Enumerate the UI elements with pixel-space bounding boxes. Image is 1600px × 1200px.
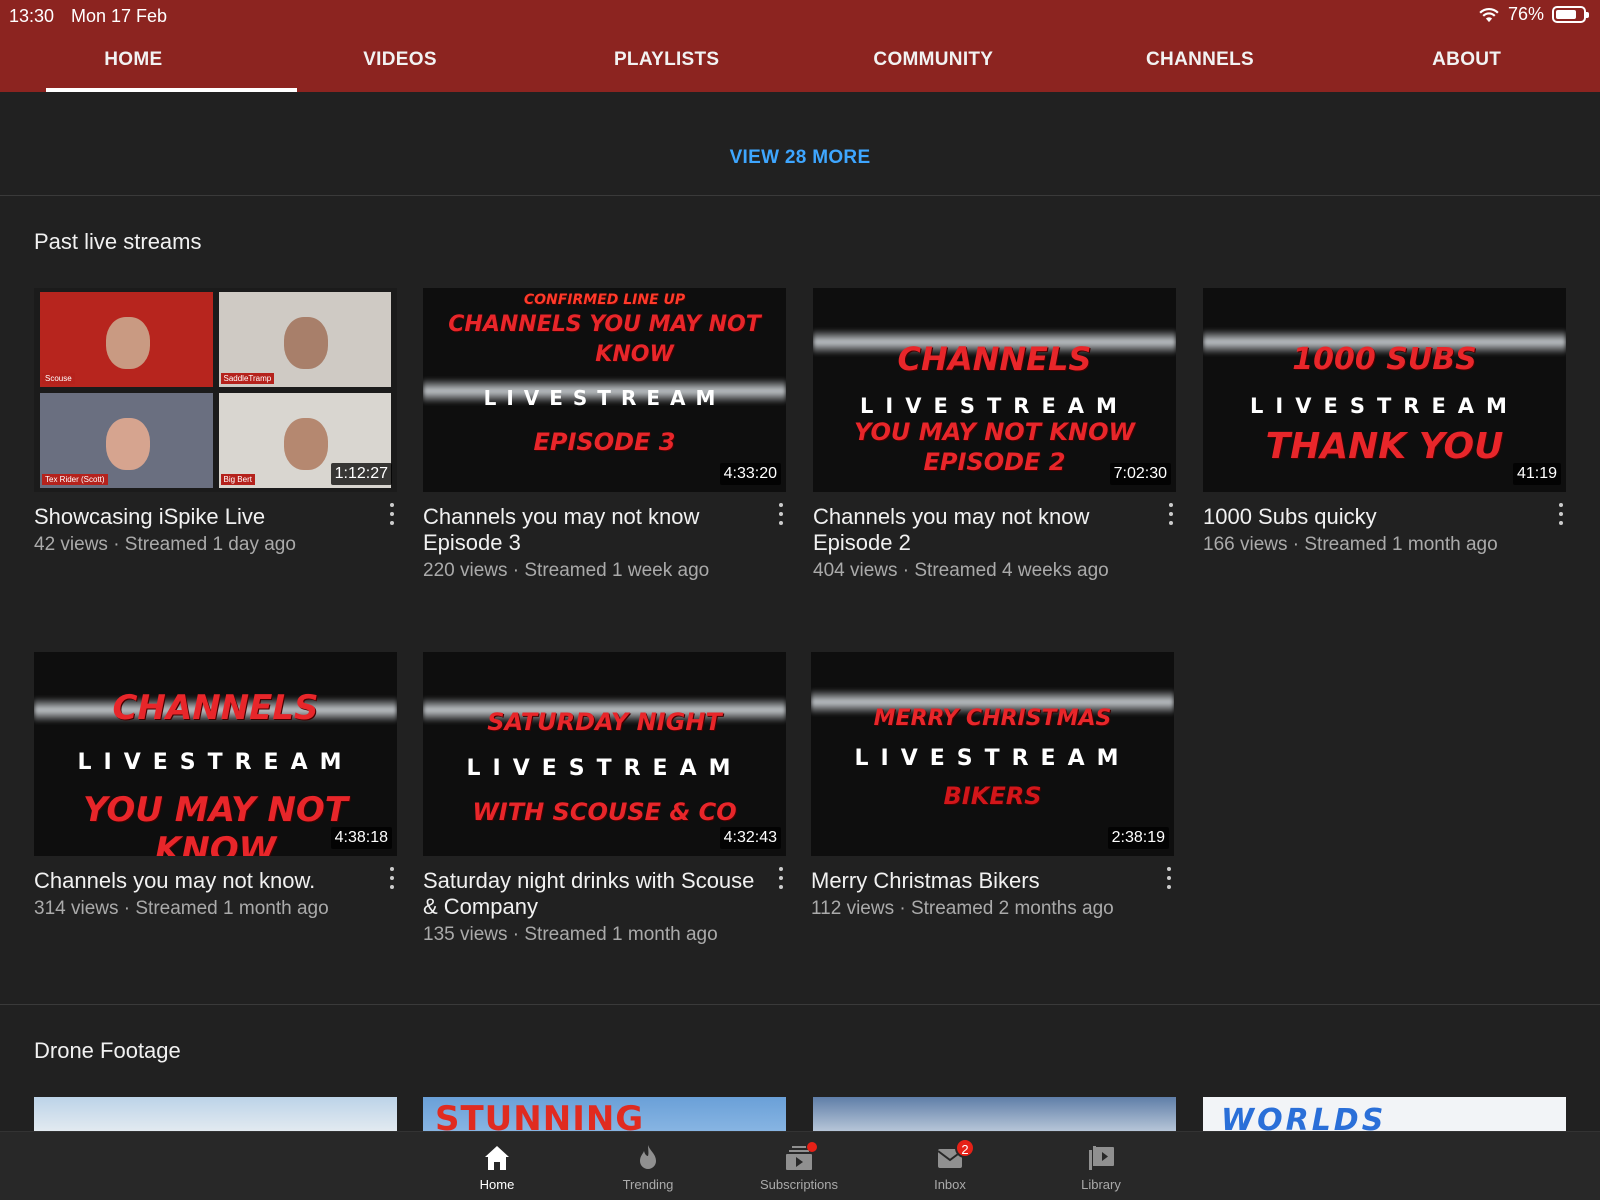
video-title[interactable]: Showcasing iSpike Live xyxy=(34,504,397,530)
duration-badge: 4:38:18 xyxy=(330,827,392,849)
nav-home[interactable]: Home xyxy=(447,1142,547,1192)
video-meta: 220 views · Streamed 1 week ago xyxy=(423,560,710,581)
more-options-icon[interactable] xyxy=(776,503,786,525)
bottom-navigation: Home Trending Subscriptions 2 Inbox Libr… xyxy=(0,1131,1600,1200)
video-thumbnail[interactable]: 1000 SUBS LIVESTREAM THANK YOU 41:19 xyxy=(1203,288,1566,492)
video-thumbnail[interactable]: CONFIRMED LINE UP CHANNELS YOU MAY NOT K… xyxy=(423,288,786,492)
duration-badge: 2:38:19 xyxy=(1107,827,1169,849)
collage-cell: Tex Rider (Scott) xyxy=(40,393,213,488)
video-meta: 166 views · Streamed 1 month ago xyxy=(1203,534,1498,555)
video-meta: 404 views · Streamed 4 weeks ago xyxy=(813,560,1109,581)
battery-percent: 76% xyxy=(1507,4,1544,24)
status-date: Mon 17 Feb xyxy=(71,6,168,26)
battery-icon xyxy=(1552,6,1589,23)
video-card: MERRY CHRISTMAS LIVESTREAM BIKERS 2:38:1… xyxy=(811,652,1174,920)
video-title[interactable]: Saturday night drinks with Scouse & Comp… xyxy=(423,868,786,920)
duration-badge: 1:12:27 xyxy=(330,463,392,485)
video-card: CHANNELS LIVESTREAM YOU MAY NOT KNOW EPI… xyxy=(813,288,1176,582)
tab-home[interactable]: HOME xyxy=(0,40,297,92)
library-icon xyxy=(1089,1146,1114,1170)
section-divider xyxy=(0,195,1600,196)
video-title[interactable]: Merry Christmas Bikers xyxy=(811,868,1174,894)
video-thumbnail[interactable]: CHANNELS LIVESTREAM YOU MAY NOT KNOW 4:3… xyxy=(34,652,397,856)
video-meta: 135 views · Streamed 1 month ago xyxy=(423,924,718,945)
video-meta: 112 views · Streamed 2 months ago xyxy=(811,898,1114,919)
tab-playlists[interactable]: PLAYLISTS xyxy=(533,40,800,92)
duration-badge: 41:19 xyxy=(1512,463,1561,485)
video-title[interactable]: 1000 Subs quicky xyxy=(1203,504,1566,530)
status-time: 13:30 xyxy=(9,6,55,26)
video-title[interactable]: Channels you may not know Episode 2 xyxy=(813,504,1176,556)
section-divider xyxy=(0,1004,1600,1005)
duration-badge: 7:02:30 xyxy=(1109,463,1171,485)
video-card: SATURDAY NIGHT LIVESTREAM WITH SCOUSE & … xyxy=(423,652,786,946)
video-card: 1000 SUBS LIVESTREAM THANK YOU 41:19 100… xyxy=(1203,288,1566,556)
more-options-icon[interactable] xyxy=(387,503,397,525)
section-title-drone: Drone Footage xyxy=(34,1038,181,1063)
video-card: CONFIRMED LINE UP CHANNELS YOU MAY NOT K… xyxy=(423,288,786,582)
duration-badge: 4:33:20 xyxy=(719,463,781,485)
more-options-icon[interactable] xyxy=(387,867,397,889)
video-card: CHANNELS LIVESTREAM YOU MAY NOT KNOW 4:3… xyxy=(34,652,397,920)
video-meta: 314 views · Streamed 1 month ago xyxy=(34,898,329,919)
video-thumbnail[interactable]: MERRY CHRISTMAS LIVESTREAM BIKERS 2:38:1… xyxy=(811,652,1174,856)
nav-library[interactable]: Library xyxy=(1051,1142,1151,1192)
tab-about[interactable]: ABOUT xyxy=(1333,40,1600,92)
section-title-live: Past live streams xyxy=(34,229,202,254)
app-header: 13:30 Mon 17 Feb 76% HOME VIDEOS PLAYLIS… xyxy=(0,0,1600,92)
more-options-icon[interactable] xyxy=(1166,503,1176,525)
channel-tabs: HOME VIDEOS PLAYLISTS COMMUNITY CHANNELS… xyxy=(0,40,1600,92)
collage-cell: Scouse xyxy=(40,292,213,387)
video-meta: 42 views · Streamed 1 day ago xyxy=(34,534,296,555)
nav-subscriptions[interactable]: Subscriptions xyxy=(749,1142,849,1192)
view-more-button[interactable]: VIEW 28 MORE xyxy=(0,147,1600,169)
video-thumbnail[interactable]: CHANNELS LIVESTREAM YOU MAY NOT KNOW EPI… xyxy=(813,288,1176,492)
video-title[interactable]: Channels you may not know Episode 3 xyxy=(423,504,786,556)
more-options-icon[interactable] xyxy=(1164,867,1174,889)
flame-icon xyxy=(640,1145,656,1169)
status-indicators: 76% xyxy=(1478,4,1589,25)
more-options-icon[interactable] xyxy=(1556,503,1566,525)
tab-community[interactable]: COMMUNITY xyxy=(800,40,1067,92)
notification-dot xyxy=(807,1142,817,1152)
tab-videos[interactable]: VIDEOS xyxy=(267,40,534,92)
video-title[interactable]: Channels you may not know. xyxy=(34,868,397,894)
nav-inbox[interactable]: 2 Inbox xyxy=(900,1138,1000,1192)
tab-channels[interactable]: CHANNELS xyxy=(1067,40,1334,92)
duration-badge: 4:32:43 xyxy=(719,827,781,849)
collage-cell: SaddleTramp xyxy=(218,292,391,387)
video-thumbnail[interactable]: Scouse SaddleTramp Tex Rider (Scott) Big… xyxy=(34,288,397,492)
video-card: Scouse SaddleTramp Tex Rider (Scott) Big… xyxy=(34,288,397,556)
home-icon xyxy=(485,1146,509,1170)
wifi-icon xyxy=(1479,7,1499,22)
video-thumbnail[interactable]: SATURDAY NIGHT LIVESTREAM WITH SCOUSE & … xyxy=(423,652,786,856)
more-options-icon[interactable] xyxy=(776,867,786,889)
inbox-badge: 2 xyxy=(955,1138,975,1158)
nav-trending[interactable]: Trending xyxy=(598,1142,698,1192)
